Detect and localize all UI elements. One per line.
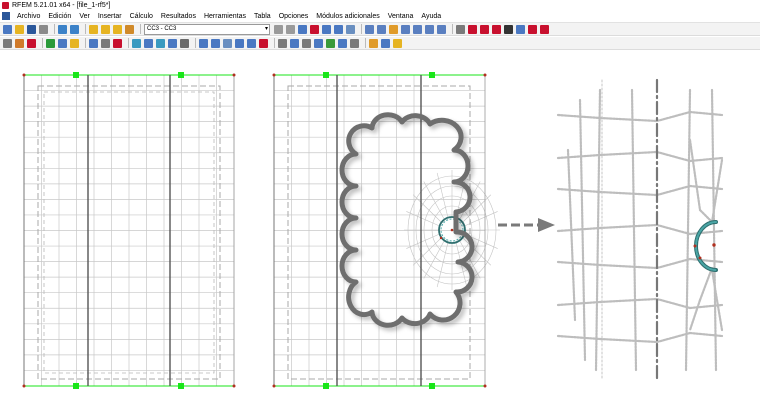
rfem-app-icon: [2, 1, 9, 9]
wireframe-icon[interactable]: [437, 24, 446, 34]
menu-modulos-adicionales[interactable]: Módulos adicionales: [312, 13, 383, 20]
snap-icon[interactable]: [247, 38, 256, 48]
main-toolbar: CC3 - CC3 ▾: [0, 23, 760, 36]
panel-icon[interactable]: [125, 24, 134, 34]
mesh-icon[interactable]: [168, 38, 177, 48]
dimension-icon[interactable]: [199, 38, 208, 48]
move-icon[interactable]: [101, 38, 110, 48]
project-navigator-icon[interactable]: [369, 38, 378, 48]
menu-ventana[interactable]: Ventana: [384, 13, 418, 20]
arrow-right-icon: [498, 218, 555, 232]
display-icon[interactable]: [381, 38, 390, 48]
menu-tabla[interactable]: Tabla: [250, 13, 275, 20]
support-marker: [73, 383, 79, 389]
results-icon[interactable]: [101, 24, 110, 34]
mesh-view-original: [22, 72, 236, 389]
warning-icon[interactable]: [480, 24, 489, 34]
mesh-view-with-opening: [272, 72, 500, 389]
hatch-icon[interactable]: [302, 38, 311, 48]
support-marker: [178, 383, 184, 389]
render-icon[interactable]: [425, 24, 434, 34]
rotate-icon[interactable]: [468, 24, 477, 34]
section-icon[interactable]: [334, 24, 343, 34]
visibility-icon[interactable]: [259, 38, 268, 48]
support-marker: [323, 72, 329, 78]
hinge-icon[interactable]: [144, 38, 153, 48]
menu-bar: Archivo Edición Ver Insertar Cálculo Res…: [0, 10, 760, 23]
load-case-select[interactable]: CC3 - CC3 ▾: [144, 23, 270, 35]
load-icon[interactable]: [156, 38, 165, 48]
support-marker: [429, 72, 435, 78]
filter-icon[interactable]: [346, 24, 355, 34]
surface-icon[interactable]: [46, 38, 55, 48]
menu-resultados[interactable]: Resultados: [157, 13, 200, 20]
print-icon[interactable]: [39, 24, 48, 34]
solid-icon[interactable]: [58, 38, 67, 48]
comment-icon[interactable]: [211, 38, 220, 48]
member-icon[interactable]: [27, 38, 36, 48]
chevron-down-icon: ▾: [264, 25, 268, 32]
layers-icon[interactable]: [350, 38, 359, 48]
model-toolbar: [0, 37, 760, 50]
measure-icon[interactable]: [223, 38, 232, 48]
slope-icon[interactable]: [290, 38, 299, 48]
node-icon[interactable]: [3, 38, 12, 48]
support-marker: [178, 72, 184, 78]
new-file-icon[interactable]: [3, 24, 12, 34]
save-icon[interactable]: [27, 24, 36, 34]
line-icon[interactable]: [15, 38, 24, 48]
coordinate-icon[interactable]: [326, 38, 335, 48]
help-icon[interactable]: [540, 24, 549, 34]
settings-icon[interactable]: [504, 24, 513, 34]
previous-case-icon[interactable]: [274, 24, 283, 34]
menu-herramientas[interactable]: Herramientas: [200, 13, 250, 20]
menu-opciones[interactable]: Opciones: [275, 13, 313, 20]
mesh-detail-zoom: [556, 78, 724, 382]
menu-archivo[interactable]: Archivo: [13, 13, 44, 20]
view-top-icon[interactable]: [365, 24, 374, 34]
support-marker: [429, 383, 435, 389]
redo-icon[interactable]: [70, 24, 79, 34]
zoom-all-icon[interactable]: [413, 24, 422, 34]
menu-insertar[interactable]: Insertar: [94, 13, 126, 20]
support-marker: [323, 383, 329, 389]
opening-icon[interactable]: [70, 38, 79, 48]
axis-icon[interactable]: [314, 38, 323, 48]
guide-line-icon[interactable]: [235, 38, 244, 48]
calculate-icon[interactable]: [89, 24, 98, 34]
window-title: RFEM 5.21.01 x64 - [file_1-rf5*]: [12, 1, 111, 9]
deformation-icon[interactable]: [298, 24, 307, 34]
table-icon[interactable]: [338, 38, 347, 48]
undo-icon[interactable]: [58, 24, 67, 34]
support-icon[interactable]: [132, 38, 141, 48]
model-workspace[interactable]: [0, 51, 760, 417]
pointer-icon[interactable]: [528, 24, 537, 34]
open-folder-icon[interactable]: [15, 24, 24, 34]
menu-edicion[interactable]: Edición: [44, 13, 75, 20]
pen-icon[interactable]: [278, 38, 287, 48]
internal-forces-icon[interactable]: [310, 24, 319, 34]
workspace-drawing: [22, 72, 724, 389]
menu-calculo[interactable]: Cálculo: [126, 13, 157, 20]
grid-icon[interactable]: [180, 38, 189, 48]
next-case-icon[interactable]: [286, 24, 295, 34]
menu-ayuda[interactable]: Ayuda: [417, 13, 445, 20]
view-front-icon[interactable]: [377, 24, 386, 34]
check-icon[interactable]: [393, 38, 402, 48]
show-results-icon[interactable]: [113, 24, 122, 34]
title-bar: RFEM 5.21.01 x64 - [file_1-rf5*]: [0, 0, 760, 10]
select-icon[interactable]: [456, 24, 465, 34]
support-marker: [73, 72, 79, 78]
zoom-icon[interactable]: [401, 24, 410, 34]
document-icon[interactable]: [2, 12, 10, 20]
arrow-right-icon[interactable]: [89, 38, 98, 48]
menu-ver[interactable]: Ver: [75, 13, 94, 20]
delete-icon[interactable]: [492, 24, 501, 34]
copy-icon[interactable]: [113, 38, 122, 48]
info-icon[interactable]: [516, 24, 525, 34]
view-iso-icon[interactable]: [389, 24, 398, 34]
values-icon[interactable]: [322, 24, 331, 34]
